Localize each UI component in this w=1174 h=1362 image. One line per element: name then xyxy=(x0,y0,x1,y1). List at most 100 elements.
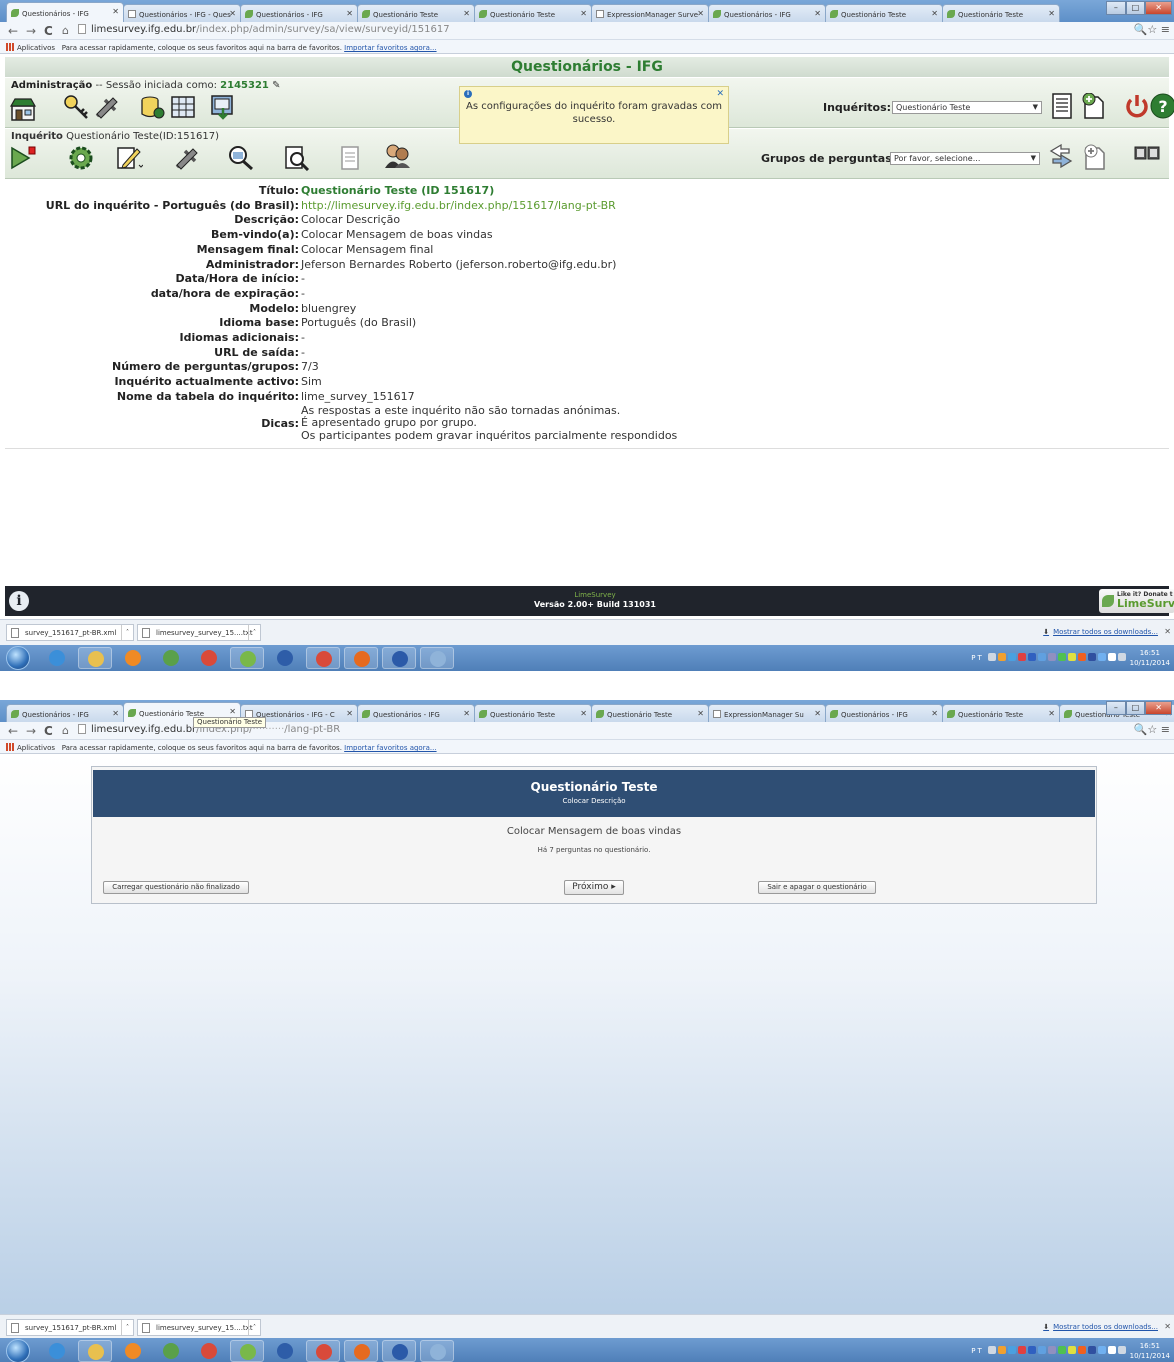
tray-icon[interactable] xyxy=(1058,1346,1066,1354)
maximize-button[interactable]: □ xyxy=(1125,701,1146,715)
close-notice-icon[interactable]: ✕ xyxy=(716,88,724,101)
zoom-star-menu-icons[interactable]: 🔍☆ ≡ xyxy=(1134,23,1170,36)
close-tab-icon[interactable]: ✕ xyxy=(580,709,587,718)
browser-tab[interactable]: Questionário Teste ✕ xyxy=(474,704,592,722)
close-tab-icon[interactable]: ✕ xyxy=(229,9,236,18)
close-icon[interactable]: ✕ xyxy=(1164,1322,1171,1331)
export-icon[interactable] xyxy=(209,94,237,120)
forward-icon[interactable]: → xyxy=(26,724,36,738)
search-icon[interactable] xyxy=(283,145,311,171)
edit-icon[interactable] xyxy=(115,145,143,171)
tray-icon[interactable] xyxy=(1118,1346,1126,1354)
tray-icon[interactable] xyxy=(1048,653,1056,661)
tray-icon[interactable] xyxy=(1038,653,1046,661)
tray-icon[interactable] xyxy=(1038,1346,1046,1354)
outlook-icon[interactable] xyxy=(116,1340,150,1362)
tray-icon[interactable] xyxy=(1118,653,1126,661)
tray-icon[interactable] xyxy=(1018,1346,1026,1354)
close-tab-icon[interactable]: ✕ xyxy=(931,9,938,18)
tray-icon[interactable] xyxy=(1108,1346,1116,1354)
close-tab-icon[interactable]: ✕ xyxy=(1048,9,1055,18)
tray-icon[interactable] xyxy=(1078,653,1086,661)
outlook-icon[interactable] xyxy=(116,647,150,669)
system-clock[interactable]: 16:51 10/11/2014 xyxy=(1130,1341,1170,1361)
tray-icon[interactable] xyxy=(1088,1346,1096,1354)
close-tab-icon[interactable]: ✕ xyxy=(697,709,704,718)
help-icon[interactable]: ? xyxy=(1149,93,1174,119)
close-tab-icon[interactable]: ✕ xyxy=(229,707,236,716)
browser-tab[interactable]: Questionários - IFG ✕ xyxy=(240,4,358,22)
maximize-button[interactable]: □ xyxy=(1125,1,1146,15)
browser-tab[interactable]: Questionários - IFG ✕ xyxy=(825,704,943,722)
file-explorer-icon[interactable] xyxy=(78,1340,112,1362)
close-window-button[interactable]: ✕ xyxy=(1145,701,1172,715)
tray-icon[interactable] xyxy=(998,1346,1006,1354)
media-player-icon[interactable] xyxy=(268,1340,302,1362)
store-icon[interactable] xyxy=(9,96,37,122)
app-grid-icon[interactable] xyxy=(230,1340,264,1362)
word-icon[interactable] xyxy=(382,1340,416,1362)
survey-url-link[interactable]: http://limesurvey.ifg.edu.br/index.php/1… xyxy=(301,199,616,213)
notepad-icon[interactable] xyxy=(420,647,454,669)
tray-icon[interactable] xyxy=(1018,653,1026,661)
close-tab-icon[interactable]: ✕ xyxy=(931,709,938,718)
back-icon[interactable]: ← xyxy=(8,724,18,738)
close-tab-icon[interactable]: ✕ xyxy=(463,9,470,18)
tray-icon[interactable] xyxy=(1098,1346,1106,1354)
tray-icon[interactable] xyxy=(1088,653,1096,661)
close-tab-icon[interactable]: ✕ xyxy=(580,9,587,18)
close-tab-icon[interactable]: ✕ xyxy=(346,709,353,718)
tray-icon[interactable] xyxy=(1008,653,1016,661)
tray-icon[interactable] xyxy=(1068,1346,1076,1354)
home-icon[interactable]: ⌂ xyxy=(62,24,69,37)
address-bar[interactable]: limesurvey.ifg.edu.br/index.php/admin/su… xyxy=(78,24,1128,38)
browser-tab[interactable]: Questionário Teste ✕ xyxy=(942,704,1060,722)
browser-tab[interactable]: Questionário Teste ✕ xyxy=(474,4,592,22)
tray-icon[interactable] xyxy=(988,1346,996,1354)
close-tab-icon[interactable]: ✕ xyxy=(463,709,470,718)
internet-explorer-icon[interactable] xyxy=(40,647,74,669)
reload-icon[interactable]: C xyxy=(44,24,53,38)
browser-tab[interactable]: Questionários - IFG ✕ xyxy=(357,704,475,722)
media-icon[interactable] xyxy=(154,647,188,669)
grid-icon[interactable] xyxy=(169,94,197,120)
browser-tab[interactable]: ExpressionManager Su ✕ xyxy=(708,704,826,722)
close-tab-icon[interactable]: ✕ xyxy=(697,9,704,18)
close-window-button[interactable]: ✕ xyxy=(1145,1,1172,15)
word-icon[interactable] xyxy=(382,647,416,669)
next-button[interactable]: Próximo ▸ xyxy=(564,880,624,895)
app-grid-icon[interactable] xyxy=(230,647,264,669)
load-unfinished-button[interactable]: Carregar questionário não finalizado xyxy=(103,881,249,894)
close-tab-icon[interactable]: ✕ xyxy=(814,709,821,718)
inqueritos-select[interactable]: Questionário Teste ▼ xyxy=(892,101,1042,114)
minimize-button[interactable]: – xyxy=(1106,1,1126,15)
apps-link[interactable]: Aplicativos xyxy=(17,44,55,52)
media-icon[interactable] xyxy=(154,1340,188,1362)
show-all-downloads-link[interactable]: ⬇ Mostrar todos os downloads... xyxy=(1043,1323,1158,1331)
import-bookmarks-link[interactable]: Importar favoritos agora... xyxy=(344,44,436,52)
chrome-icon[interactable] xyxy=(306,1340,340,1362)
browser-tab[interactable]: Questionário Teste ✕ xyxy=(357,4,475,22)
media-player-icon[interactable] xyxy=(268,647,302,669)
system-tray[interactable]: PT xyxy=(971,653,1128,662)
survey-list-icon[interactable] xyxy=(1048,93,1076,119)
chevron-down-icon[interactable]: ˄ xyxy=(121,625,133,640)
import-bookmarks-link[interactable]: Importar favoritos agora... xyxy=(344,744,436,752)
download-item[interactable]: limesurvey_survey_15....txt ˄ xyxy=(137,1319,261,1336)
download-item[interactable]: survey_151617_pt-BR.xml ˄ xyxy=(6,1319,134,1336)
chevron-down-icon[interactable]: ˄ xyxy=(248,1320,260,1335)
database-icon[interactable] xyxy=(139,94,167,120)
apps-icon[interactable] xyxy=(6,743,14,751)
close-tab-icon[interactable]: ✕ xyxy=(346,9,353,18)
close-tab-icon[interactable]: ✕ xyxy=(112,7,119,16)
participants-icon[interactable] xyxy=(383,143,411,169)
download-item[interactable]: survey_151617_pt-BR.xml ˄ xyxy=(6,624,134,641)
tools-icon[interactable] xyxy=(93,94,121,120)
tray-icon[interactable] xyxy=(1028,1346,1036,1354)
tray-icon[interactable] xyxy=(1068,653,1076,661)
survey-tools-icon[interactable] xyxy=(173,145,201,171)
close-tab-icon[interactable]: ✕ xyxy=(814,9,821,18)
browser-tab[interactable]: Questionário Teste ✕ xyxy=(942,4,1060,22)
tray-icon[interactable] xyxy=(988,653,996,661)
minimize-button[interactable]: – xyxy=(1106,701,1126,715)
